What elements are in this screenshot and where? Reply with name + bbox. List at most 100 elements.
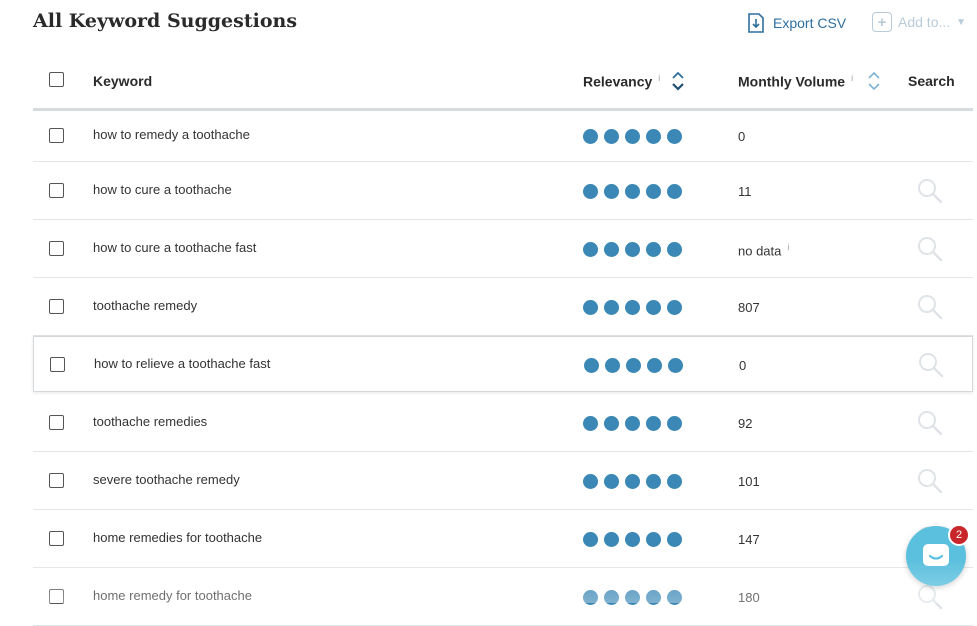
relevancy-dot xyxy=(625,129,640,144)
search-icon[interactable] xyxy=(916,235,944,268)
keyword-text: how to cure a toothache xyxy=(93,182,232,197)
table-row[interactable]: severe toothache remedy 101 xyxy=(33,452,973,510)
add-to-button[interactable]: + Add to... ▼ xyxy=(872,12,966,32)
relevancy-dot xyxy=(584,358,599,373)
monthly-volume-text: 147 xyxy=(738,532,760,547)
relevancy-dot xyxy=(646,300,661,315)
page-title: All Keyword Suggestions xyxy=(33,10,298,32)
monthly-volume-text: 92 xyxy=(738,416,753,431)
relevancy-rating xyxy=(583,300,688,315)
monthly-volume-column-header[interactable]: Monthly Volume i xyxy=(738,73,853,90)
table-row[interactable]: how to cure a toothache fast no data i xyxy=(33,220,973,278)
search-icon[interactable] xyxy=(916,293,944,326)
table-header: Keyword Relevancy i Monthly Volume i Searc… xyxy=(33,56,973,111)
relevancy-dot xyxy=(625,242,640,257)
search-icon[interactable] xyxy=(917,351,945,384)
row-checkbox[interactable] xyxy=(49,531,64,546)
relevancy-dot xyxy=(646,532,661,547)
sort-icon[interactable] xyxy=(671,70,685,92)
export-csv-label: Export CSV xyxy=(773,15,847,31)
relevancy-rating xyxy=(583,184,688,199)
relevancy-dot xyxy=(583,300,598,315)
relevancy-dot xyxy=(604,129,619,144)
add-to-label: Add to... xyxy=(898,14,951,30)
relevancy-rating xyxy=(583,474,688,489)
row-checkbox[interactable] xyxy=(49,183,64,198)
search-icon[interactable] xyxy=(916,177,944,210)
search-icon[interactable] xyxy=(916,467,944,500)
relevancy-dot xyxy=(604,184,619,199)
keyword-text: home remedies for toothache xyxy=(93,530,263,545)
relevancy-column-header[interactable]: Relevancy i xyxy=(583,73,660,90)
export-csv-button[interactable]: Export CSV xyxy=(747,12,846,34)
relevancy-dot xyxy=(583,474,598,489)
relevancy-dot xyxy=(583,184,598,199)
relevancy-rating xyxy=(583,242,688,257)
monthly-volume-value: 101 xyxy=(738,474,760,489)
relevancy-dot xyxy=(646,242,661,257)
table-row[interactable]: toothache remedies 92 xyxy=(33,394,973,452)
table-row[interactable]: how to remedy a toothache 0 xyxy=(33,110,973,162)
relevancy-dot xyxy=(604,300,619,315)
monthly-volume-value: 0 xyxy=(739,358,746,373)
relevancy-dot xyxy=(667,532,682,547)
relevancy-dot xyxy=(583,532,598,547)
table-row[interactable]: home remedies for toothache 147 xyxy=(33,510,973,568)
monthly-volume-header-label: Monthly Volume xyxy=(738,73,846,90)
monthly-volume-text: no data xyxy=(738,243,782,259)
keyword-text: home remedy for toothache xyxy=(93,588,252,603)
row-checkbox[interactable] xyxy=(50,357,65,372)
table-row[interactable]: home remedy for toothache 180 xyxy=(33,568,973,626)
select-all-checkbox[interactable] xyxy=(49,72,64,87)
table-row[interactable]: how to cure a toothache 11 xyxy=(33,162,973,220)
relevancy-dot xyxy=(667,242,682,257)
plus-icon: + xyxy=(872,12,892,32)
keyword-text: toothache remedies xyxy=(93,414,208,429)
search-icon[interactable] xyxy=(916,409,944,442)
monthly-volume-text: 807 xyxy=(738,300,760,315)
table-row[interactable]: how to relieve a toothache fast 0 xyxy=(33,336,973,392)
relevancy-dot xyxy=(667,416,682,431)
relevancy-dot xyxy=(646,184,661,199)
relevancy-dot xyxy=(626,358,641,373)
relevancy-dot xyxy=(625,300,640,315)
relevancy-dot xyxy=(625,416,640,431)
relevancy-dot xyxy=(667,300,682,315)
row-checkbox[interactable] xyxy=(49,128,64,143)
relevancy-dot xyxy=(667,474,682,489)
monthly-volume-value: 11 xyxy=(738,184,752,199)
relevancy-dot xyxy=(604,242,619,257)
row-checkbox[interactable] xyxy=(49,299,64,314)
row-checkbox[interactable] xyxy=(49,473,64,488)
relevancy-dot xyxy=(604,532,619,547)
monthly-volume-value: 92 xyxy=(738,416,752,431)
relevancy-header-label: Relevancy xyxy=(583,73,653,90)
info-icon[interactable]: i xyxy=(658,73,660,83)
relevancy-dot xyxy=(647,358,662,373)
keyword-text: toothache remedy xyxy=(93,298,198,313)
row-checkbox[interactable] xyxy=(49,241,64,256)
relevancy-dot xyxy=(604,416,619,431)
search-column-header: Search xyxy=(908,73,955,89)
keyword-text: how to relieve a toothache fast xyxy=(94,356,271,371)
table-row[interactable]: toothache remedy 807 xyxy=(33,278,973,336)
download-icon xyxy=(748,13,764,33)
keyword-text: how to remedy a toothache xyxy=(93,127,250,142)
monthly-volume-text: 11 xyxy=(738,184,752,199)
sort-icon[interactable] xyxy=(867,70,881,92)
relevancy-dot xyxy=(668,358,683,373)
relevancy-dot xyxy=(625,532,640,547)
keyword-column-header: Keyword xyxy=(93,73,153,89)
info-icon[interactable]: i xyxy=(787,242,789,252)
info-icon[interactable]: i xyxy=(851,73,853,83)
chevron-down-icon: ▼ xyxy=(956,16,967,28)
monthly-volume-text: 0 xyxy=(739,358,747,373)
unread-count-badge: 2 xyxy=(948,524,970,546)
search-icon[interactable] xyxy=(916,583,944,616)
relevancy-dot xyxy=(625,474,640,489)
row-checkbox[interactable] xyxy=(49,415,64,430)
relevancy-dot xyxy=(646,474,661,489)
row-checkbox[interactable] xyxy=(49,589,64,604)
relevancy-dot xyxy=(604,474,619,489)
relevancy-rating xyxy=(583,416,688,431)
